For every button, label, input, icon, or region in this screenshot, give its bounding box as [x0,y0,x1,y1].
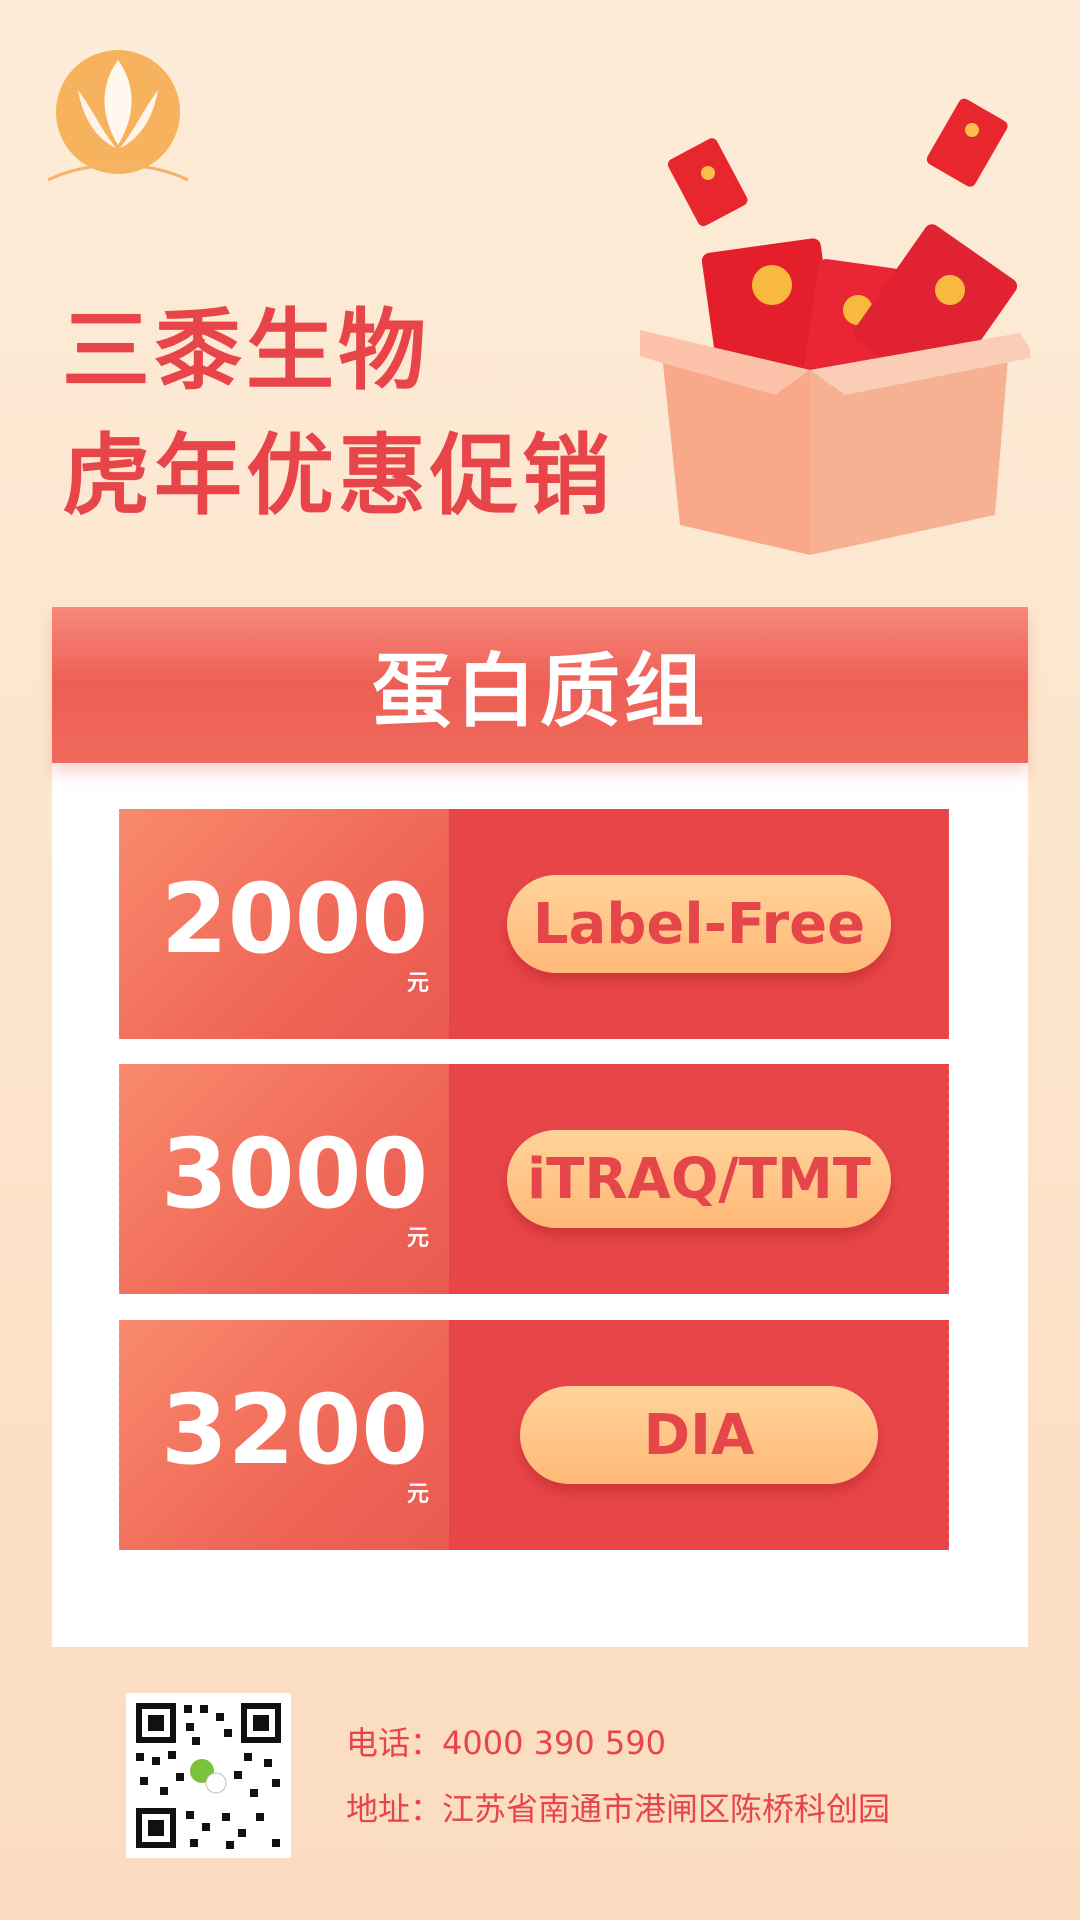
coupon-edge [946,1320,952,1550]
coupon-edge [116,809,122,1039]
coupon-edge [116,1320,122,1550]
coupon-price: 2000 [161,863,429,975]
hero-title-brand: 三黍生物 [62,299,431,402]
coupon-service-area: DIA [449,1320,952,1550]
coupon-unit: 元 [407,971,430,996]
red-envelope-icon [667,138,748,227]
panel-header: 蛋白质组 [52,607,1028,763]
coupon-service-area: Label-Free [449,809,952,1039]
contact-phone[interactable]: 电话：4000 390 590 [346,1718,666,1764]
coupon-price-area: 3200 元 [116,1320,449,1550]
qr-code-icon[interactable] [126,1693,291,1858]
service-button-dia[interactable]: DIA [520,1386,878,1484]
red-envelope-icon [926,98,1008,187]
coupon-price: 3200 [161,1374,429,1486]
gift-box-icon [640,98,1030,555]
coupon-edge [946,1064,952,1294]
service-button-itraq-tmt[interactable]: iTRAQ/TMT [507,1130,891,1228]
coupon-unit: 元 [407,1226,430,1251]
logo-icon [47,50,189,182]
coupon-edge [116,1064,122,1294]
contact-address: 地址：江苏省南通市港闸区陈桥科创园 [346,1790,891,1828]
coupon-edge [946,809,952,1039]
coupon-unit: 元 [407,1482,430,1507]
coupon-card[interactable]: 3200 元 DIA [116,1320,952,1550]
coupon-price: 3000 [161,1118,429,1230]
coupon-service-area: iTRAQ/TMT [449,1064,952,1294]
hero-title-promo: 虎年优惠促销 [62,424,615,527]
section-title: 蛋白质组 [372,645,708,738]
coupon-price-area: 2000 元 [116,809,449,1039]
coupon-card[interactable]: 2000 元 Label-Free [116,809,952,1039]
service-button-label-free[interactable]: Label-Free [507,875,891,973]
coupon-card[interactable]: 3000 元 iTRAQ/TMT [116,1064,952,1294]
coupon-price-area: 3000 元 [116,1064,449,1294]
promo-panel: 蛋白质组 2000 元 Label-Free 3000 元 iTRAQ/TMT … [52,607,1028,1647]
